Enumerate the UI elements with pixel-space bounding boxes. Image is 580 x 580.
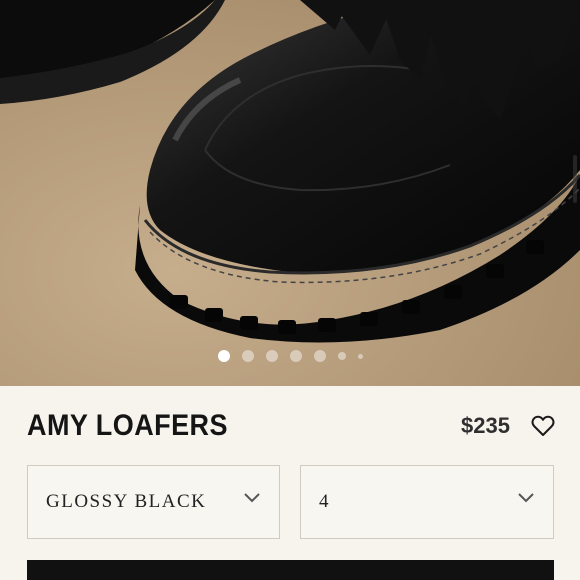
product-options: GLOSSY BLACK 4 [27,465,554,539]
color-select-value: GLOSSY BLACK [46,491,207,512]
carousel-dot[interactable] [289,350,302,362]
product-price: $235 [461,413,510,438]
product-header: AMY LOAFERS $235 [27,404,556,448]
carousel-dot[interactable] [241,350,254,362]
product-title: AMY LOAFERS [27,409,228,442]
carousel-dot[interactable] [265,350,278,362]
chevron-down-icon [244,493,260,503]
carousel-dot[interactable] [357,353,363,359]
size-select[interactable]: 4 [300,465,554,539]
add-to-bag-button[interactable] [27,560,554,580]
chevron-down-icon [518,493,534,503]
page-scrollbar[interactable] [573,155,577,203]
product-image-carousel[interactable] [0,0,580,386]
favorite-button[interactable] [530,413,556,439]
carousel-dot[interactable] [337,352,346,360]
color-select[interactable]: GLOSSY BLACK [27,465,280,539]
carousel-dot[interactable] [313,350,326,362]
product-image [0,0,580,386]
heart-outline-icon [531,415,555,436]
size-select-value: 4 [319,491,329,512]
carousel-dot[interactable] [217,350,230,362]
carousel-dots [0,350,580,362]
product-page: AMY LOAFERS $235 GLOSSY BLACK 4 [0,0,580,580]
